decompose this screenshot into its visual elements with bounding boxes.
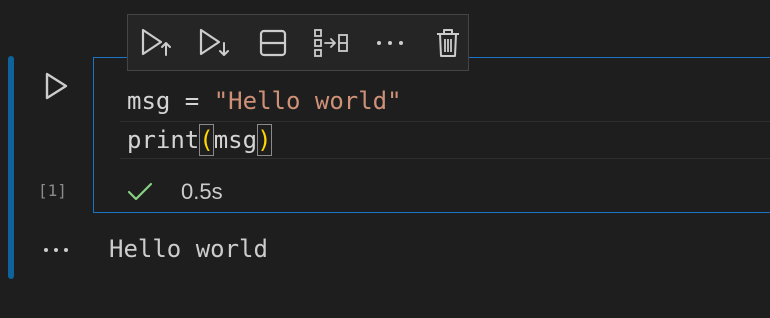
- more-actions-icon: [376, 40, 403, 45]
- more-actions-button[interactable]: [370, 23, 410, 63]
- code-line-1[interactable]: msg = "Hello world": [127, 82, 402, 120]
- run-below-button[interactable]: [195, 23, 235, 63]
- function-token: print: [127, 126, 200, 154]
- variable-token: msg: [127, 87, 171, 115]
- ellipsis-icon: [44, 248, 68, 252]
- execution-count: [1]: [38, 181, 67, 200]
- open-bracket: (: [199, 124, 214, 156]
- close-bracket: ): [257, 124, 272, 156]
- argument-token: msg: [213, 126, 258, 154]
- string-token: "Hello world": [213, 87, 402, 115]
- split-cell-button[interactable]: [253, 23, 293, 63]
- delete-icon: [437, 28, 460, 57]
- cell-output: Hello world: [109, 235, 268, 263]
- play-icon: [45, 72, 68, 100]
- code-line-2[interactable]: print(msg): [127, 121, 272, 159]
- delete-cell-button[interactable]: [429, 23, 469, 63]
- execution-status: 0.5s: [127, 176, 223, 208]
- run-above-icon: [141, 28, 171, 56]
- output-more-button[interactable]: [40, 236, 72, 264]
- split-cell-icon: [259, 29, 286, 56]
- cell-focus-indicator: [8, 56, 14, 279]
- run-cell-button[interactable]: [38, 68, 74, 104]
- operator-token: =: [170, 87, 214, 115]
- checkmark-icon: [127, 182, 153, 201]
- join-cells-icon: [314, 28, 349, 57]
- run-below-icon: [200, 28, 230, 56]
- join-cells-button[interactable]: [312, 23, 352, 63]
- run-above-button[interactable]: [136, 23, 176, 63]
- cell-toolbar: [127, 14, 469, 71]
- execution-time: 0.5s: [181, 179, 223, 204]
